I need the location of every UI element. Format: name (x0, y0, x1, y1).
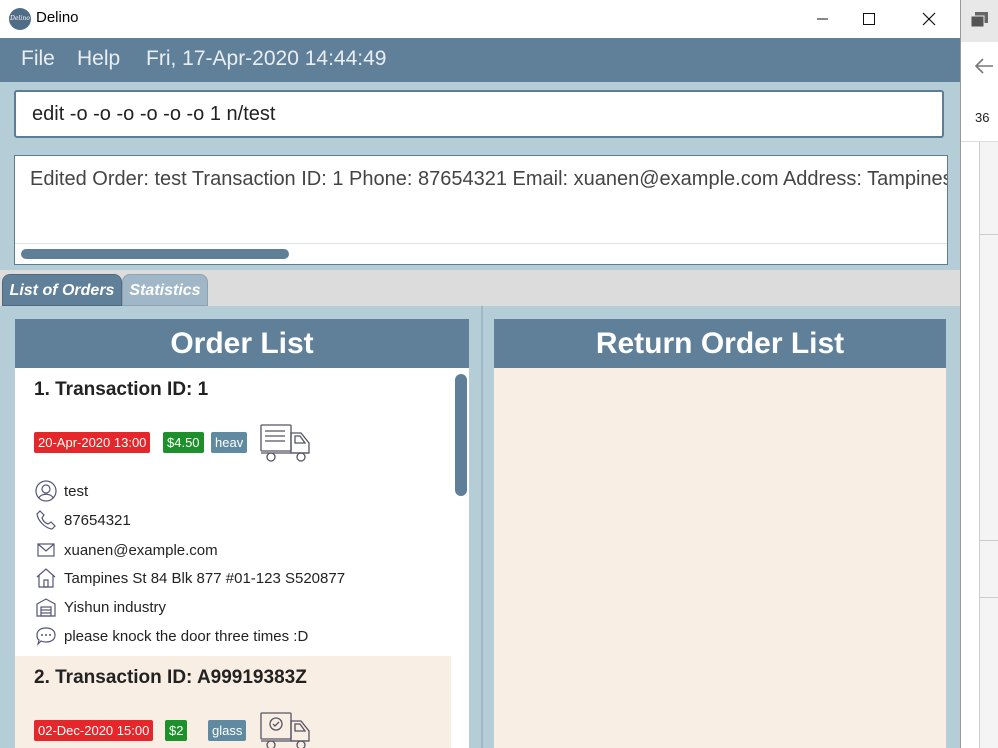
menu-file[interactable]: File (21, 47, 55, 71)
address-row: Tampines St 84 Blk 877 #01-123 S520877 (35, 566, 345, 590)
comment: please knock the door three times :D (64, 627, 309, 645)
return-order-list-title: Return Order List (494, 319, 946, 368)
datetime-display: Fri, 17-Apr-2020 14:44:49 (146, 47, 387, 70)
background-window-titlebar (961, 0, 998, 42)
close-icon (922, 12, 936, 26)
title-bar[interactable]: Delino Delino (0, 0, 960, 38)
tab-list-of-orders[interactable]: List of Orders (2, 274, 122, 306)
speech-bubble-icon (35, 625, 57, 647)
delivery-truck-icon (260, 424, 310, 462)
order-list-vertical-scrollbar[interactable] (453, 368, 469, 748)
minimize-icon (817, 18, 828, 20)
warehouse-icon (35, 596, 57, 618)
order-title: 1. Transaction ID: 1 (34, 379, 209, 400)
minimize-button[interactable] (800, 0, 846, 38)
result-scrollbar-thumb[interactable] (21, 249, 289, 259)
item-type-tag: glass (208, 720, 247, 741)
price-tag: $4.50 (163, 432, 204, 453)
tab-bar: List of Orders Statistics (0, 270, 960, 306)
email-row: xuanen@example.com (35, 538, 218, 562)
order-list-scrollbar-thumb[interactable] (455, 374, 467, 496)
close-button[interactable] (906, 0, 952, 38)
price-tag: $2 (165, 720, 188, 741)
tabs-icon (971, 12, 988, 28)
background-window: 36 (961, 0, 998, 748)
customer-name: test (64, 482, 89, 500)
background-toolbar: 36 (961, 96, 998, 142)
order-card[interactable]: 2. Transaction ID: A99919383Z 02-Dec-202… (15, 656, 451, 748)
maximize-icon (863, 13, 875, 25)
person-icon (35, 480, 57, 502)
item-type-tag: heav (211, 432, 248, 453)
delino-window: Delino Delino File Help Fri, 17-Apr-2020… (0, 0, 961, 748)
delivery-date-tag: 02-Dec-2020 15:00 (34, 720, 154, 741)
result-horizontal-scrollbar[interactable] (15, 243, 947, 264)
comment-row: please knock the door three times :D (35, 624, 308, 648)
order-list-title: Order List (15, 319, 469, 368)
background-document (979, 142, 998, 748)
order-list[interactable]: 1. Transaction ID: 1 20-Apr-2020 13:00 $… (15, 368, 469, 748)
address: Tampines St 84 Blk 877 #01-123 S520877 (64, 569, 346, 587)
delivery-date-tag: 20-Apr-2020 13:00 (34, 432, 151, 453)
app-logo: Delino (9, 8, 31, 30)
email-address: xuanen@example.com (64, 541, 218, 559)
order-card[interactable]: 1. Transaction ID: 1 20-Apr-2020 13:00 $… (15, 368, 451, 656)
result-display: Edited Order: test Transaction ID: 1 Pho… (14, 155, 948, 265)
warehouse-row: Yishun industry (35, 595, 166, 619)
return-order-list[interactable] (494, 368, 946, 748)
phone-row: 87654321 (35, 508, 131, 532)
result-text: Edited Order: test Transaction ID: 1 Pho… (30, 168, 948, 190)
menu-help[interactable]: Help (77, 47, 120, 71)
window-title: Delino (36, 9, 79, 26)
envelope-icon (35, 539, 57, 561)
background-number: 36 (975, 110, 990, 125)
customer-name-row: test (35, 479, 88, 503)
house-icon (35, 567, 57, 589)
tab-statistics[interactable]: Statistics (122, 274, 208, 306)
warehouse-location: Yishun industry (64, 598, 166, 616)
command-box (14, 90, 944, 138)
maximize-button[interactable] (846, 0, 892, 38)
back-arrow-icon[interactable] (973, 56, 995, 76)
command-input[interactable] (16, 92, 942, 136)
delivered-truck-icon (260, 712, 310, 748)
menu-bar: File Help Fri, 17-Apr-2020 14:44:49 (0, 38, 960, 82)
phone-number: 87654321 (64, 511, 131, 529)
order-title: 2. Transaction ID: A99919383Z (34, 667, 307, 688)
phone-icon (35, 509, 57, 531)
